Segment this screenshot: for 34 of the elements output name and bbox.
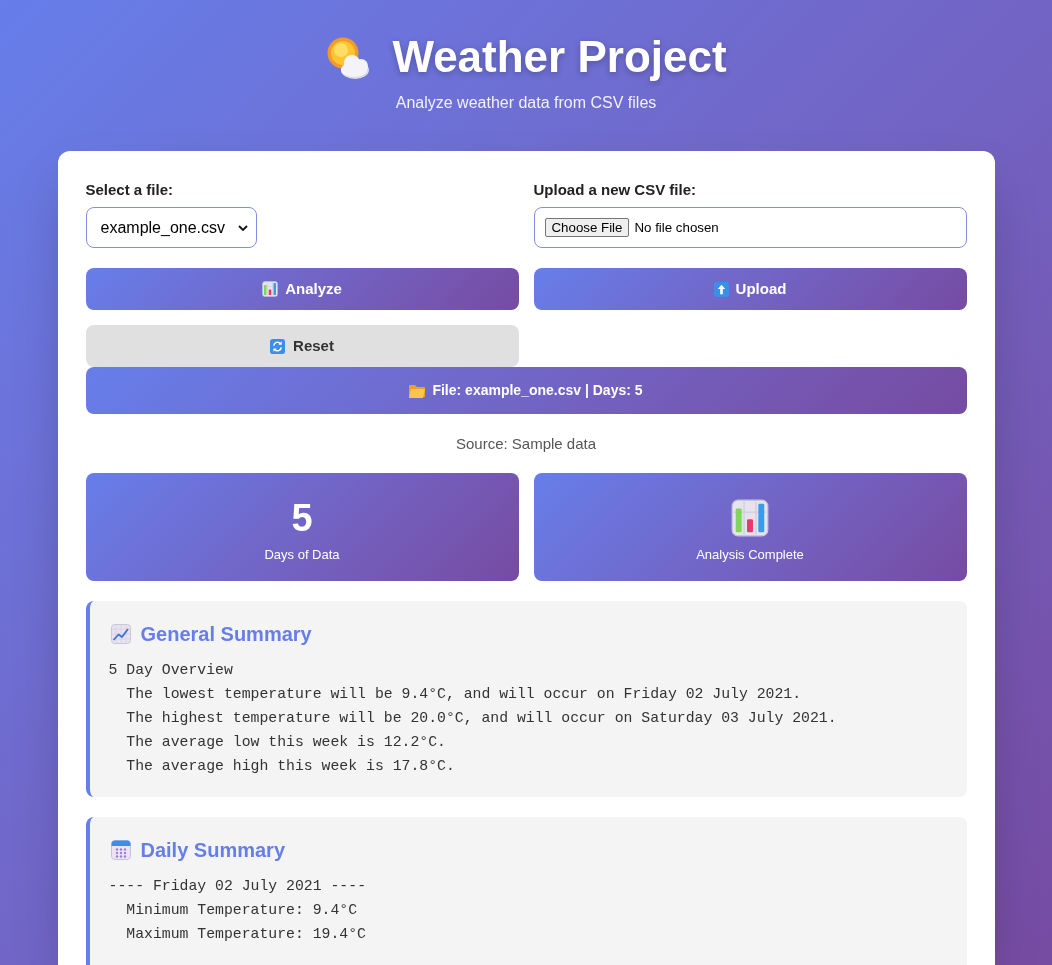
choose-file-button[interactable]: Choose File — [544, 218, 630, 237]
summary-line: The average high this week is 17.8°C. — [126, 757, 455, 776]
section-title: General Summary — [140, 622, 312, 647]
stat-label: Days of Data — [264, 546, 340, 564]
reset-button[interactable]: Reset — [85, 325, 519, 367]
summary-line: ---- Friday 02 July 2021 ---- — [108, 877, 366, 896]
file-input[interactable]: Choose File No file chosen — [533, 207, 967, 248]
field-label: Select a file: — [85, 180, 174, 200]
file-info-text: File: example_one.csv | Days: 5 — [432, 381, 643, 400]
summary-line: The highest temperature will be 20.0°C, and will occur on Saturday 03 July 2021. — [126, 709, 837, 728]
line-chart-icon — [110, 624, 131, 644]
sun-behind-cloud-icon — [325, 35, 372, 80]
refresh-icon — [270, 338, 286, 354]
file-status-text: No file chosen — [634, 218, 719, 237]
folder-icon — [409, 383, 426, 398]
summary-line: The lowest temperature will be 9.4°C, and will occur on Friday 02 July 2021. — [126, 685, 802, 704]
summary-line: The average low this week is 12.2°C. — [126, 733, 446, 752]
source-text: Source: Sample data — [455, 434, 597, 454]
upload-button[interactable]: Upload — [533, 268, 967, 310]
analyze-button[interactable]: Analyze — [85, 268, 519, 310]
chevron-down-icon — [237, 224, 248, 231]
bar-chart-icon — [262, 281, 279, 297]
file-select[interactable]: example_one.csv — [85, 207, 257, 248]
section-title: Daily Summary — [140, 838, 285, 863]
summary-line: Maximum Temperature: 19.4°C — [126, 925, 366, 944]
page-subtitle: Analyze weather data from CSV files — [395, 93, 657, 113]
calendar-icon — [110, 840, 131, 860]
stat-value: 5 — [291, 498, 313, 538]
page-title: Weather Project — [392, 31, 727, 83]
summary-line: Minimum Temperature: 9.4°C — [126, 901, 358, 920]
bar-chart-icon — [731, 499, 769, 537]
stat-label: Analysis Complete — [696, 546, 804, 564]
summary-line: 5 Day Overview — [108, 661, 233, 680]
field-label: Upload a new CSV file: — [533, 180, 697, 200]
